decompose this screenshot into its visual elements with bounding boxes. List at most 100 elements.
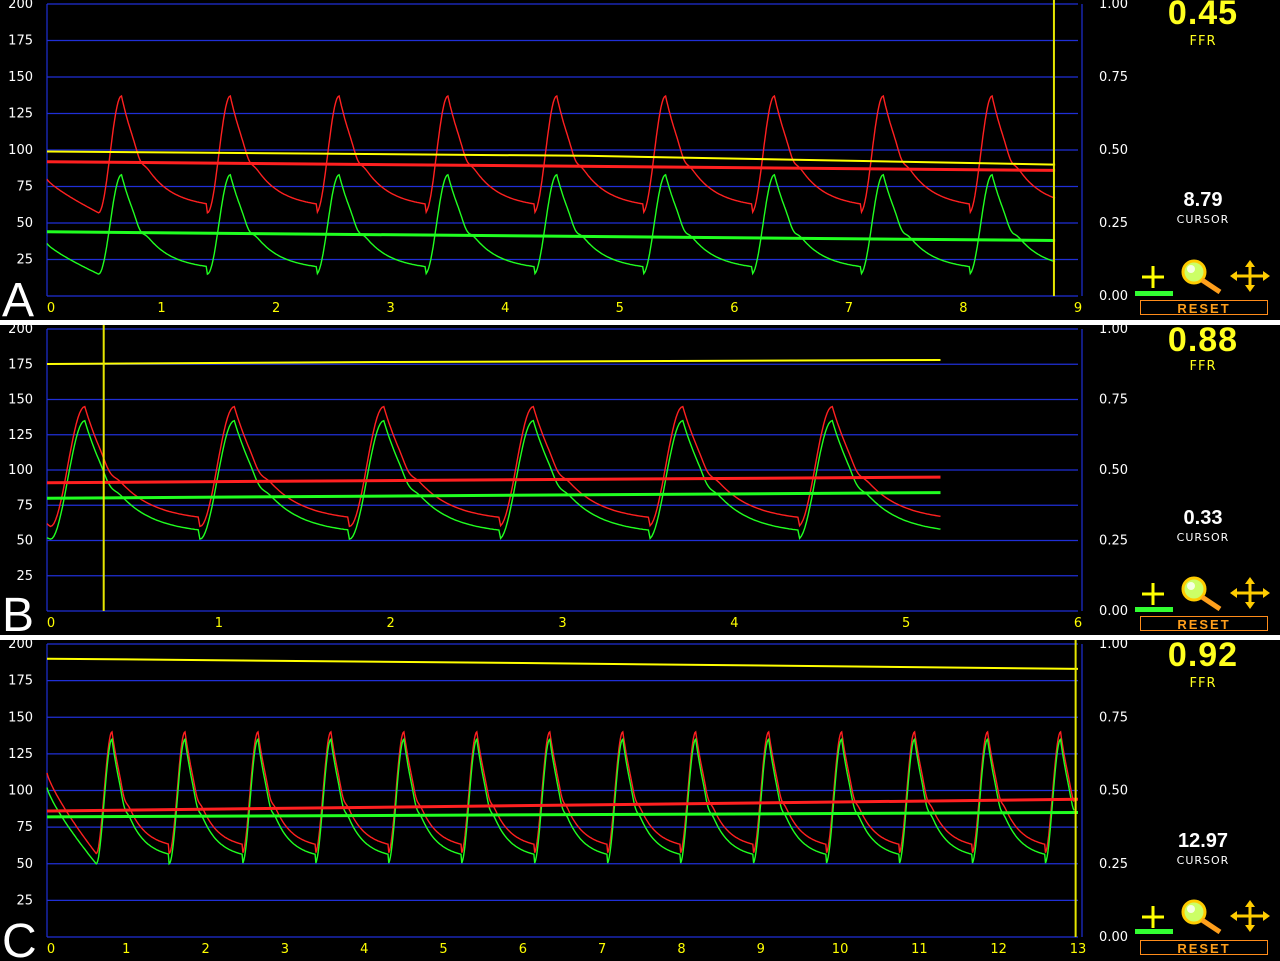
x-tick-label: 1 — [122, 942, 130, 957]
reset-button[interactable]: RESET — [1140, 300, 1268, 316]
x-tick-label: 1 — [215, 616, 223, 631]
y-right-tick-label: 0.50 — [1099, 784, 1128, 799]
y-tick-label: 150 — [8, 70, 33, 85]
y-right-tick-label: 0.25 — [1099, 534, 1128, 549]
y-tick-label: 175 — [8, 357, 33, 372]
crosshair-icon[interactable] — [1138, 262, 1168, 292]
pan-arrows-icon[interactable] — [1228, 259, 1272, 293]
crosshair-icon[interactable] — [1138, 579, 1168, 609]
panel-a: 25 50 75 100 125 150 175 200 0.00 0.25 0.50 0.75 1.0… — [0, 0, 1280, 320]
y-tick-label: 125 — [8, 428, 33, 443]
ffr-label: FFR — [1189, 359, 1217, 374]
y-tick-label: 25 — [16, 253, 33, 268]
y-tick-label: 150 — [8, 710, 33, 725]
side-panel-b: 0.88 FFR 0.33 CURSOR RESET — [1130, 321, 1280, 635]
aortic-pressure-trace — [46, 730, 1075, 856]
x-tick-label: 4 — [360, 942, 368, 957]
y-right-tick-label: 0.00 — [1099, 604, 1128, 619]
ffr-value: 0.45 — [1167, 0, 1239, 32]
chart-c: 2550751001251501752000.000.250.500.751.0… — [2, 640, 1128, 961]
y-right-tick-label: 0.50 — [1099, 463, 1128, 478]
x-tick-label: 5 — [616, 301, 624, 316]
y-right-tick-label: 1.00 — [1099, 325, 1128, 337]
y-right-tick-label: 0.75 — [1099, 710, 1128, 725]
y-tick-label: 75 — [16, 820, 33, 835]
x-tick-label: 2 — [387, 616, 395, 631]
x-tick-label: 0 — [47, 616, 55, 631]
zoom-icon[interactable] — [1178, 258, 1226, 294]
x-tick-label: 4 — [501, 301, 509, 316]
y-right-tick-label: 0.50 — [1099, 143, 1128, 158]
x-tick-label: 4 — [730, 616, 738, 631]
y-tick-label: 75 — [16, 498, 33, 513]
x-tick-label: 2 — [201, 942, 209, 957]
x-tick-label: 3 — [387, 301, 395, 316]
cursor-value: 0.33 — [1183, 507, 1223, 529]
y-right-tick-label: 0.75 — [1099, 393, 1128, 408]
x-tick-label: 7 — [598, 942, 606, 957]
y-tick-label: 100 — [8, 143, 33, 158]
x-tick-label: 6 — [519, 942, 527, 957]
x-tick-label: 0 — [47, 942, 55, 957]
ffr-trace — [46, 359, 941, 365]
y-tick-label: 50 — [16, 534, 33, 549]
x-tick-label: 11 — [911, 942, 928, 957]
ffr-trace — [46, 657, 1079, 670]
ffr-label: FFR — [1189, 676, 1217, 691]
y-tick-label: 125 — [8, 747, 33, 762]
pan-arrows-icon[interactable] — [1228, 899, 1272, 933]
green-indicator — [1135, 291, 1173, 296]
chart-b: 2550751001251501752000.000.250.500.751.0… — [2, 325, 1128, 635]
x-tick-label: 2 — [272, 301, 280, 316]
reset-button[interactable]: RESET — [1140, 940, 1268, 956]
x-tick-label: 6 — [730, 301, 738, 316]
y-tick-label: 25 — [16, 569, 33, 584]
x-tick-label: 9 — [1074, 301, 1082, 316]
pan-arrows-icon[interactable] — [1228, 576, 1272, 610]
crosshair-icon[interactable] — [1138, 902, 1168, 932]
cursor-label: CURSOR — [1176, 854, 1230, 867]
x-tick-label: 1 — [157, 301, 165, 316]
y-tick-label: 200 — [8, 325, 33, 337]
cursor-label: CURSOR — [1176, 213, 1230, 226]
distal-mean-line — [46, 491, 941, 500]
green-indicator — [1135, 607, 1173, 612]
x-tick-label: 8 — [677, 942, 685, 957]
x-tick-label: 6 — [1074, 616, 1082, 631]
panel-letter: C — [2, 915, 37, 961]
y-right-tick-label: 0.75 — [1099, 70, 1128, 85]
zoom-icon[interactable] — [1178, 898, 1226, 934]
y-tick-label: 75 — [16, 180, 33, 195]
cursor-value: 8.79 — [1183, 189, 1223, 211]
aortic-mean-line — [46, 475, 941, 485]
y-tick-label: 100 — [8, 784, 33, 799]
y-right-tick-label: 1.00 — [1099, 640, 1128, 652]
x-tick-label: 3 — [558, 616, 566, 631]
y-tick-label: 125 — [8, 107, 33, 122]
y-tick-label: 50 — [16, 216, 33, 231]
reset-button[interactable]: RESET — [1140, 616, 1268, 632]
side-panel-a: 0.45 FFR 8.79 CURSOR RESET — [1130, 0, 1280, 320]
ffr-value: 0.88 — [1167, 321, 1239, 359]
y-tick-label: 100 — [8, 463, 33, 478]
x-tick-label: 3 — [281, 942, 289, 957]
x-tick-label: 13 — [1070, 942, 1087, 957]
panel-c: 25 50 75 100 125 150 175 200 0.00 0.25 0.50 0.75 1.0… — [0, 636, 1280, 961]
y-right-tick-label: 0.00 — [1099, 930, 1128, 945]
y-tick-label: 50 — [16, 857, 33, 872]
x-tick-label: 7 — [845, 301, 853, 316]
y-tick-label: 150 — [8, 393, 33, 408]
aortic-pressure-trace — [46, 405, 941, 528]
green-indicator — [1135, 929, 1173, 934]
y-right-tick-label: 0.25 — [1099, 857, 1128, 872]
x-tick-label: 5 — [902, 616, 910, 631]
x-tick-label: 0 — [47, 301, 55, 316]
x-tick-label: 10 — [832, 942, 849, 957]
x-tick-label: 12 — [990, 942, 1007, 957]
y-right-tick-label: 0.25 — [1099, 216, 1128, 231]
y-tick-label: 175 — [8, 34, 33, 49]
panel-letter: B — [2, 589, 34, 635]
zoom-icon[interactable] — [1178, 575, 1226, 611]
y-tick-label: 25 — [16, 893, 33, 908]
x-tick-label: 9 — [757, 942, 765, 957]
